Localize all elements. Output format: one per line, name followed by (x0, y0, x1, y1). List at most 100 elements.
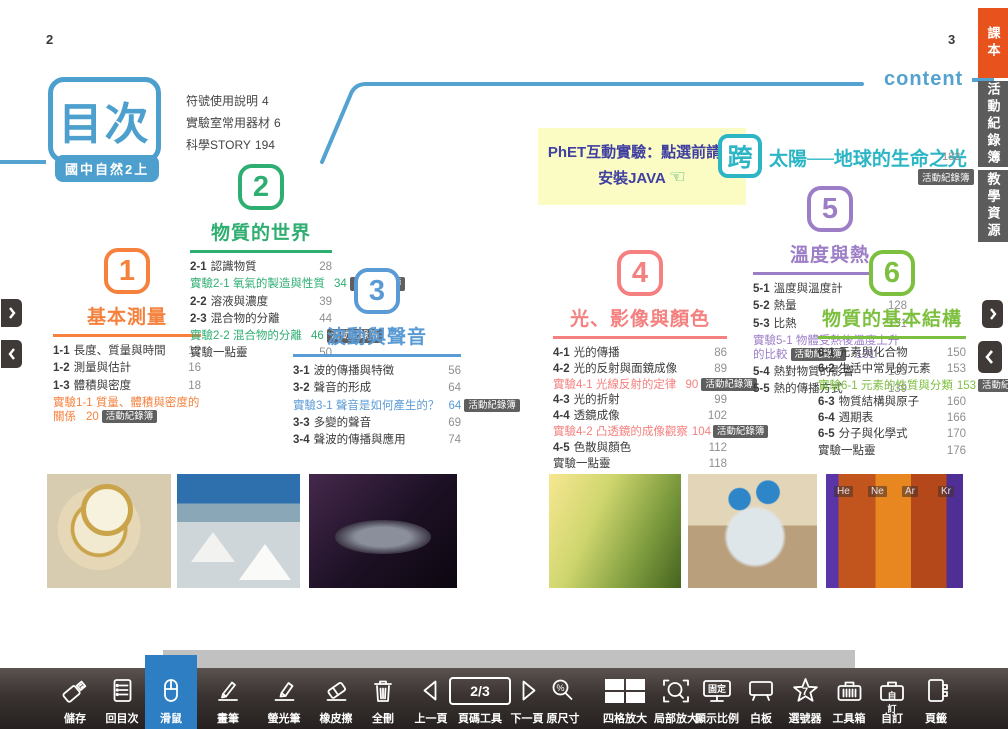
chapter-number-badge: 3 (354, 268, 400, 314)
chapter-number-badge: 1 (104, 248, 150, 294)
tab-textbook[interactable]: 課本 (978, 8, 1008, 78)
phet-notice-line1: PhET互動實驗：點選前請先 (548, 142, 736, 164)
chapter-title[interactable]: 基本測量 (53, 302, 201, 337)
activity-record-tag[interactable]: 活動紀錄簿 (701, 378, 757, 391)
right-panel-expand-button[interactable] (982, 300, 1003, 328)
toc-item[interactable]: 4-3光的折射99 (553, 394, 727, 408)
toc-item-experiment[interactable]: 實驗4-1 光線反射的定律90活動紀錄簿 (553, 379, 727, 393)
toc-item[interactable]: 4-2光的反射與面鏡成像89 (553, 363, 727, 377)
custom-tools-button[interactable]: 自訂 自訂 (876, 668, 908, 729)
pen-tool-button[interactable]: 畫筆 (212, 668, 244, 729)
intro-list: 符號使用說明4 實驗室常用器材6 科學STORY194 (186, 92, 281, 158)
mouse-tool-button[interactable]: 滑鼠 (145, 655, 197, 729)
activity-record-tag[interactable]: 活動紀錄簿 (713, 425, 769, 438)
toc-item[interactable]: 實驗一點靈118 (553, 458, 727, 472)
custom-toolbox-icon (876, 677, 908, 705)
star-number-icon (789, 677, 821, 705)
back-to-toc-button[interactable]: 回目次 (106, 668, 139, 729)
page-shadow-bar (163, 650, 855, 668)
toc-item-experiment[interactable]: 實驗1-1 質量、體積與密度的關係20活動紀錄簿 (53, 397, 201, 425)
toc-list-icon (106, 677, 138, 705)
toc-item[interactable]: 1-3體積與密度18 (53, 380, 201, 394)
toc-item[interactable]: 4-4透鏡成像102 (553, 410, 727, 424)
area-zoom-button[interactable]: 局部放大 (654, 668, 698, 729)
eraser-icon (320, 677, 352, 705)
toc-item[interactable]: 1-1長度、質量與時間12 (53, 345, 201, 359)
toc-item[interactable]: 1-2測量與估計16 (53, 362, 201, 376)
activity-record-tag[interactable]: 活動紀錄簿 (918, 169, 974, 185)
tab-teaching-resources[interactable]: 教學資源 (978, 170, 1008, 242)
four-grid-zoom-button[interactable]: 四格放大 (602, 668, 648, 729)
right-page-number: 3 (948, 32, 955, 47)
trash-icon (367, 677, 399, 705)
whiteboard-button[interactable]: 白板 (745, 668, 777, 729)
chapter-title[interactable]: 光、影像與顏色 (553, 304, 727, 339)
toc-item[interactable]: 4-1光的傳播86 (553, 347, 727, 361)
phet-java-notice[interactable]: PhET互動實驗：點選前請先 安裝JAVA☜ (538, 128, 746, 205)
original-size-button[interactable]: % 原尺寸 (547, 668, 580, 729)
save-button[interactable]: 儲存 (59, 668, 91, 729)
toc-item[interactable]: 實驗一點靈176 (818, 445, 966, 459)
number-picker-button[interactable]: 7 選號器 (789, 668, 822, 729)
toc-item-experiment[interactable]: 實驗4-2 凸透鏡的成像觀察104活動紀錄簿 (553, 426, 727, 440)
whiteboard-icon (745, 677, 777, 705)
toolbox-button[interactable]: 工具箱 (833, 668, 866, 729)
toc-item-experiment[interactable]: 實驗3-1 聲音是如何產生的？64活動紀錄簿 (293, 400, 461, 414)
eraser-tool-button[interactable]: 橡皮擦 (320, 668, 353, 729)
gas-tube-label: Kr (938, 486, 954, 497)
zoom-percent-icon: % (547, 677, 579, 705)
photo-pocket-watch (47, 474, 171, 588)
page-number-tool[interactable]: 2/3 頁碼工具 (449, 668, 511, 729)
chapter-section-6: 6 物質的基本結構 6-1元素與化合物150 6-2生活中常見的元素153 實驗… (818, 250, 966, 461)
chapter-title[interactable]: 物質的世界 (190, 218, 332, 253)
toc-item[interactable]: 3-2聲音的形成64 (293, 382, 461, 396)
toc-item-experiment[interactable]: 實驗6-1 元素的性質與分類153活動紀錄簿 (818, 380, 966, 394)
intro-item[interactable]: 符號使用說明4 (186, 92, 281, 109)
activity-record-tag[interactable]: 活動紀錄簿 (978, 379, 1008, 392)
chevron-left-icon (984, 349, 996, 365)
gas-tube-label: He (834, 486, 853, 497)
delete-all-button[interactable]: 全刪 (367, 668, 399, 729)
mouse-icon (155, 677, 187, 705)
toc-item[interactable]: 6-1元素與化合物150 (818, 347, 966, 361)
gas-tube-label: Ar (902, 486, 918, 497)
toc-item[interactable]: 6-2生活中常見的元素153 (818, 363, 966, 377)
chapter-title[interactable]: 波動與聲音 (293, 322, 461, 357)
toc-title: 目次 (59, 88, 151, 152)
previous-page-button[interactable]: 上一頁 (415, 668, 448, 729)
toc-item[interactable]: 6-4週期表166 (818, 412, 966, 426)
activity-record-tag[interactable]: 活動紀錄簿 (102, 410, 158, 423)
toc-item[interactable]: 4-5色散與顏色112 (553, 442, 727, 456)
next-page-icon (511, 677, 543, 705)
toc-item[interactable]: 6-5分子與化學式170 (818, 428, 966, 442)
toc-item[interactable]: 3-3多變的聲音69 (293, 417, 461, 431)
left-page-number: 2 (46, 32, 53, 47)
chapter-section-4: 4 光、影像與顏色 4-1光的傳播86 4-2光的反射與面鏡成像89 實驗4-1… (553, 250, 727, 473)
highlighter-tool-button[interactable]: 螢光筆 (268, 668, 301, 729)
left-panel-collapse-button[interactable] (1, 340, 22, 368)
chapter-number-badge: 2 (238, 164, 284, 210)
highlighter-icon (268, 677, 300, 705)
cross-feature-title[interactable]: 太陽──地球的生命之光 (769, 144, 967, 171)
toc-item[interactable]: 6-3物質結構與原子160 (818, 396, 966, 410)
intro-item[interactable]: 科學STORY194 (186, 136, 281, 153)
toc-item[interactable]: 3-1波的傳播與特徵56 (293, 365, 461, 379)
display-scale-button[interactable]: 固定 顯示比例 (695, 668, 739, 729)
left-panel-expand-button[interactable] (1, 299, 22, 327)
bottom-toolbar: 儲存 回目次 滑鼠 畫筆 螢光筆 橡皮擦 (0, 668, 1008, 729)
page-tabs-button[interactable]: 頁籤 (920, 668, 952, 729)
activity-record-tag[interactable]: 活動紀錄簿 (464, 399, 520, 412)
right-panel-collapse-button[interactable] (978, 341, 1002, 373)
pointing-hand-icon: ☜ (669, 167, 686, 188)
photo-salt-fields (177, 474, 300, 588)
chapter-title[interactable]: 物質的基本結構 (818, 304, 966, 339)
chapter-section-1: 1 基本測量 1-1長度、質量與時間12 1-2測量與估計16 1-3體積與密度… (53, 248, 201, 428)
toc-item[interactable]: 3-4聲波的傳播與應用74 (293, 434, 461, 448)
area-zoom-icon (660, 677, 692, 705)
photo-bottles-ice (688, 474, 817, 588)
chevron-left-icon (7, 347, 17, 361)
intro-item[interactable]: 實驗室常用器材6 (186, 114, 281, 131)
tab-activity-record[interactable]: 活動紀錄簿 (978, 81, 1008, 167)
chevron-right-icon (7, 306, 17, 320)
next-page-button[interactable]: 下一頁 (511, 668, 544, 729)
